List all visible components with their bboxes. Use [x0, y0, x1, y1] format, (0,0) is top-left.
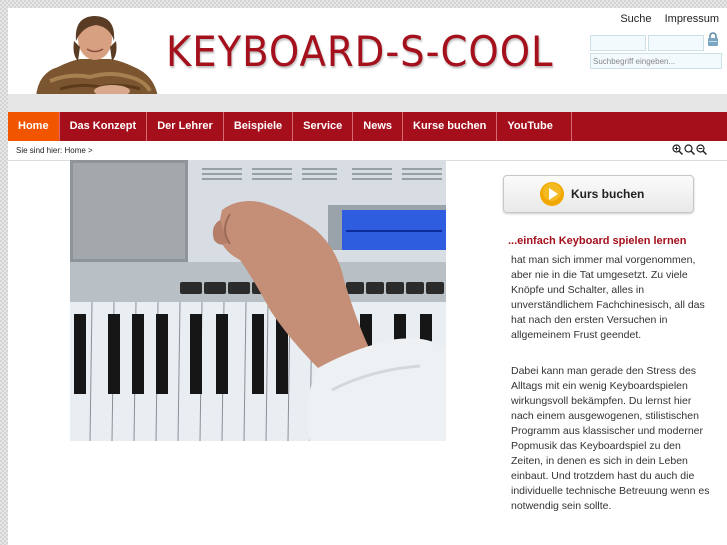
username-field[interactable]	[590, 35, 646, 51]
text-zoom-controls	[672, 144, 707, 155]
breadcrumb-bar: Sie sind hier: Home >	[8, 141, 727, 161]
search-link[interactable]: Suche	[620, 13, 651, 25]
impressum-link[interactable]: Impressum	[665, 13, 719, 25]
nav-item-home[interactable]: Home	[8, 112, 60, 141]
password-field[interactable]	[648, 35, 704, 51]
zoom-in-icon[interactable]	[672, 144, 683, 155]
teacher-photo	[30, 11, 160, 97]
intro-paragraph-1: hat man sich immer mal vorgenommen, aber…	[511, 254, 705, 341]
breadcrumb: Sie sind hier: Home >	[16, 146, 93, 155]
header: KEYBOARD-S-COOL Suche Impressum	[8, 8, 727, 97]
keyboard-hero-image	[70, 160, 446, 441]
zoom-out-icon[interactable]	[696, 144, 707, 155]
nav-item-service[interactable]: Service	[293, 112, 354, 141]
kurs-buchen-button[interactable]: Kurs buchen	[503, 175, 694, 213]
main-nav: Home Das Konzept Der Lehrer Beispiele Se…	[8, 112, 727, 141]
search-input[interactable]	[590, 53, 722, 69]
nav-item-news[interactable]: News	[353, 112, 404, 141]
top-links: Suche Impressum	[610, 13, 719, 25]
nav-item-beispiele[interactable]: Beispiele	[224, 112, 294, 141]
intro-paragraph-2: Dabei kann man gerade den Stress des All…	[511, 365, 710, 512]
site-logo[interactable]: KEYBOARD-S-COOL	[166, 28, 553, 76]
nav-item-kurse-buchen[interactable]: Kurse buchen	[403, 112, 498, 141]
play-icon	[540, 182, 564, 206]
nav-item-youtube[interactable]: YouTube	[497, 112, 572, 141]
nav-item-der-lehrer[interactable]: Der Lehrer	[147, 112, 224, 141]
tagline: ...einfach Keyboard spielen lernen	[508, 235, 687, 247]
zoom-reset-icon[interactable]	[684, 144, 695, 155]
nav-item-das-konzept[interactable]: Das Konzept	[60, 112, 148, 141]
header-band	[8, 94, 727, 112]
lock-icon[interactable]	[707, 32, 719, 46]
page: KEYBOARD-S-COOL Suche Impressum Home Das…	[8, 8, 727, 545]
kurs-buchen-label: Kurs buchen	[571, 187, 645, 201]
